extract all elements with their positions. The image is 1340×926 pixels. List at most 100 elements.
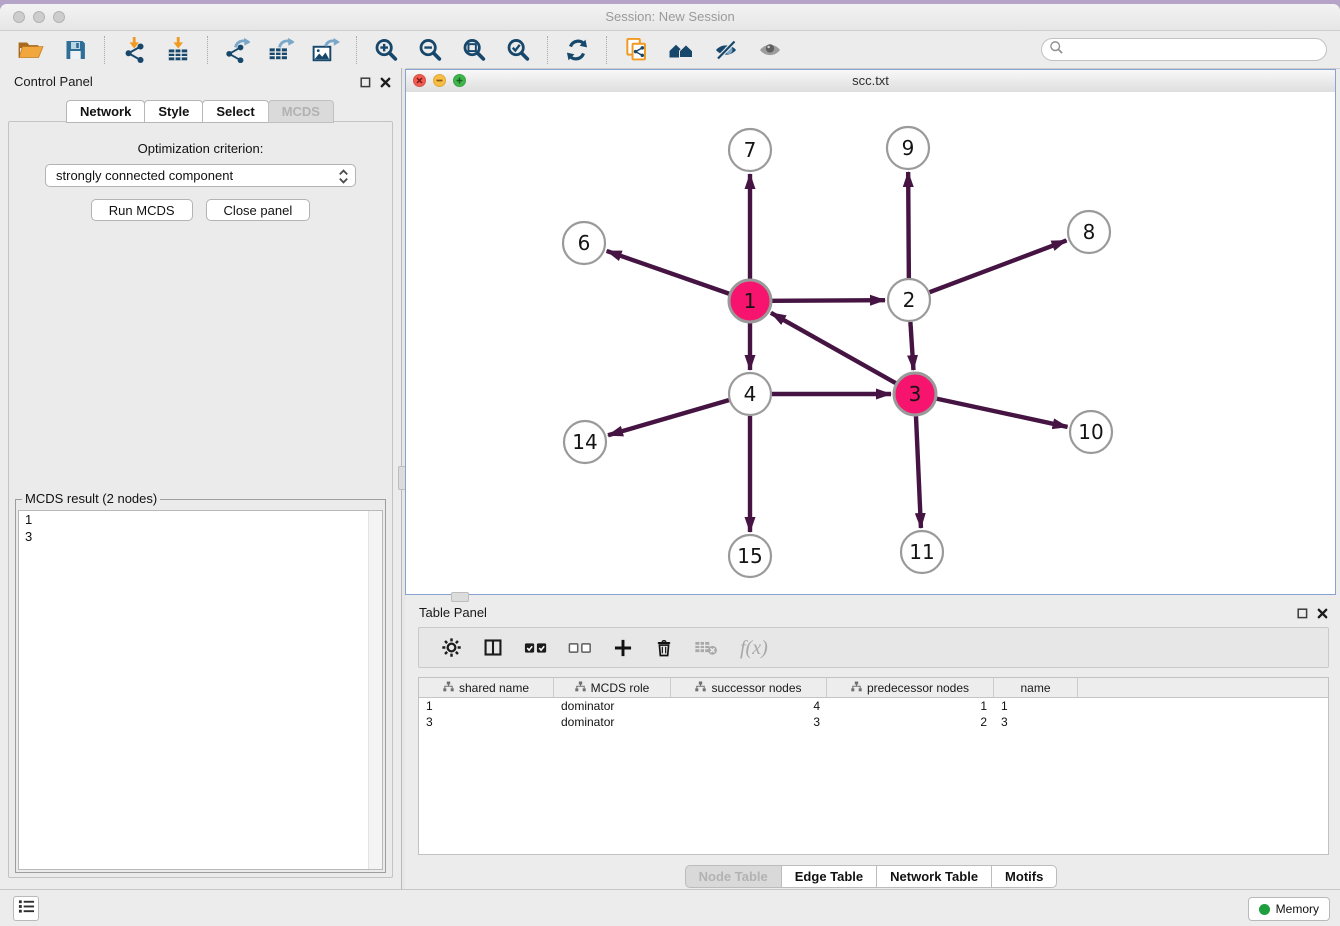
- mcds-result-group: MCDS result (2 nodes) 13: [15, 499, 386, 873]
- graph-edge-3-1[interactable]: [771, 313, 896, 383]
- graph-edge-2-3[interactable]: [910, 322, 913, 370]
- zoom-fit-icon[interactable]: [461, 37, 487, 63]
- graph-edge-3-10[interactable]: [937, 399, 1068, 427]
- close-table-panel-icon[interactable]: [1317, 606, 1328, 624]
- graph-node-15[interactable]: 15: [729, 535, 771, 577]
- save-icon[interactable]: [63, 38, 88, 62]
- column-header-shared-name[interactable]: shared name: [419, 678, 554, 697]
- status-list-button[interactable]: [13, 896, 39, 921]
- delete-row-icon[interactable]: [654, 637, 674, 659]
- show-eye-icon[interactable]: [757, 38, 783, 62]
- cell-MCDS-role[interactable]: dominator: [554, 699, 671, 713]
- graph-node-10[interactable]: 10: [1070, 411, 1112, 453]
- zoom-out-icon[interactable]: [417, 37, 443, 63]
- cell-name[interactable]: 1: [994, 699, 1078, 713]
- window-zoom-button[interactable]: [53, 11, 65, 23]
- search-input[interactable]: [1068, 40, 1326, 60]
- close-panel-button[interactable]: Close panel: [206, 199, 311, 221]
- cell-shared-name[interactable]: 3: [419, 715, 554, 729]
- export-network-icon[interactable]: [224, 37, 250, 63]
- network-close-button[interactable]: [413, 74, 426, 87]
- column-tree-icon: [851, 681, 862, 695]
- split-columns-icon[interactable]: [482, 637, 504, 658]
- graph-node-4[interactable]: 4: [729, 373, 771, 415]
- tab-edge-table[interactable]: Edge Table: [781, 865, 877, 888]
- memory-button[interactable]: Memory: [1248, 897, 1330, 921]
- table-row[interactable]: 3dominator323: [419, 714, 1328, 730]
- zoom-selected-icon[interactable]: [505, 37, 531, 63]
- close-panel-icon[interactable]: [380, 75, 391, 93]
- zoom-in-icon[interactable]: [373, 37, 399, 63]
- graph-node-7[interactable]: 7: [729, 129, 771, 171]
- graph-node-11[interactable]: 11: [901, 531, 943, 573]
- deselect-all-icon[interactable]: [568, 639, 592, 657]
- result-scrollbar[interactable]: [368, 511, 382, 869]
- tab-network-table[interactable]: Network Table: [876, 865, 992, 888]
- cell-MCDS-role[interactable]: dominator: [554, 715, 671, 729]
- tab-node-table[interactable]: Node Table: [685, 865, 782, 888]
- tab-mcds[interactable]: MCDS: [268, 100, 334, 123]
- graph-node-2[interactable]: 2: [888, 279, 930, 321]
- float-table-panel-icon[interactable]: [1297, 606, 1308, 624]
- network-zoom-button[interactable]: [453, 74, 466, 87]
- column-header-name[interactable]: name: [994, 678, 1078, 697]
- control-panel: Control Panel NetworkStyleSelectMCDS Opt…: [0, 68, 401, 890]
- graph-edge-1-2[interactable]: [772, 300, 885, 301]
- graph-node-14[interactable]: 14: [564, 421, 606, 463]
- cell-predecessor-nodes[interactable]: 1: [827, 699, 994, 713]
- gear-icon[interactable]: [441, 637, 462, 658]
- cell-predecessor-nodes[interactable]: 2: [827, 715, 994, 729]
- tab-style[interactable]: Style: [144, 100, 203, 123]
- import-network-icon[interactable]: [121, 37, 147, 63]
- cell-shared-name[interactable]: 1: [419, 699, 554, 713]
- graph-edge-2-9[interactable]: [908, 172, 909, 278]
- export-table-icon[interactable]: [268, 37, 294, 63]
- cell-successor-nodes[interactable]: 3: [671, 715, 827, 729]
- mcds-tab-content: Optimization criterion: strongly connect…: [8, 121, 393, 878]
- cell-successor-nodes[interactable]: 4: [671, 699, 827, 713]
- export-image-icon[interactable]: [312, 37, 340, 63]
- mcds-result-item[interactable]: 1: [19, 511, 382, 528]
- window-titlebar: Session: New Session: [0, 4, 1340, 31]
- copy-view-icon[interactable]: [623, 37, 649, 63]
- graph-edge-1-6[interactable]: [607, 251, 730, 294]
- status-bar: Memory: [0, 889, 1340, 926]
- optimization-criterion-label: Optimization criterion:: [9, 141, 392, 156]
- graph-node-9[interactable]: 9: [887, 127, 929, 169]
- graph-node-1[interactable]: 1: [729, 280, 771, 322]
- network-canvas[interactable]: 7 9 6 8 1 2 4 3 14 10 15 11: [406, 92, 1335, 594]
- window-minimize-button[interactable]: [33, 11, 45, 23]
- graph-edge-3-11[interactable]: [916, 416, 921, 528]
- search-icon: [1049, 40, 1064, 60]
- table-row[interactable]: 1dominator411: [419, 698, 1328, 714]
- select-all-icon[interactable]: [524, 639, 548, 657]
- network-minimize-button[interactable]: [433, 74, 446, 87]
- graph-node-3[interactable]: 3: [894, 373, 936, 415]
- select-stepper-icon: [337, 168, 350, 188]
- criterion-select[interactable]: strongly connected component: [45, 164, 356, 187]
- mcds-result-item[interactable]: 3: [19, 528, 382, 545]
- graph-edge-2-8[interactable]: [930, 240, 1067, 292]
- window-controls: [13, 11, 65, 23]
- cell-name[interactable]: 3: [994, 715, 1078, 729]
- refresh-icon[interactable]: [564, 37, 590, 63]
- import-table-icon[interactable]: [165, 37, 191, 63]
- add-row-icon[interactable]: [612, 637, 634, 659]
- column-header-successor-nodes[interactable]: successor nodes: [671, 678, 827, 697]
- graph-node-6[interactable]: 6: [563, 222, 605, 264]
- tab-motifs[interactable]: Motifs: [991, 865, 1057, 888]
- tab-select[interactable]: Select: [202, 100, 268, 123]
- horizontal-splitter-handle[interactable]: [451, 592, 469, 602]
- home-icon[interactable]: [667, 38, 695, 62]
- table-panel: Table Panel f(x) shared nameMCDS rolesuc…: [405, 599, 1338, 890]
- window-close-button[interactable]: [13, 11, 25, 23]
- open-icon[interactable]: [17, 38, 45, 62]
- float-panel-icon[interactable]: [360, 75, 371, 93]
- graph-edge-4-14[interactable]: [608, 400, 729, 435]
- column-header-MCDS-role[interactable]: MCDS role: [554, 678, 671, 697]
- hide-eye-icon[interactable]: [713, 38, 739, 62]
- run-mcds-button[interactable]: Run MCDS: [91, 199, 193, 221]
- column-header-predecessor-nodes[interactable]: predecessor nodes: [827, 678, 994, 697]
- tab-network[interactable]: Network: [66, 100, 145, 123]
- graph-node-8[interactable]: 8: [1068, 211, 1110, 253]
